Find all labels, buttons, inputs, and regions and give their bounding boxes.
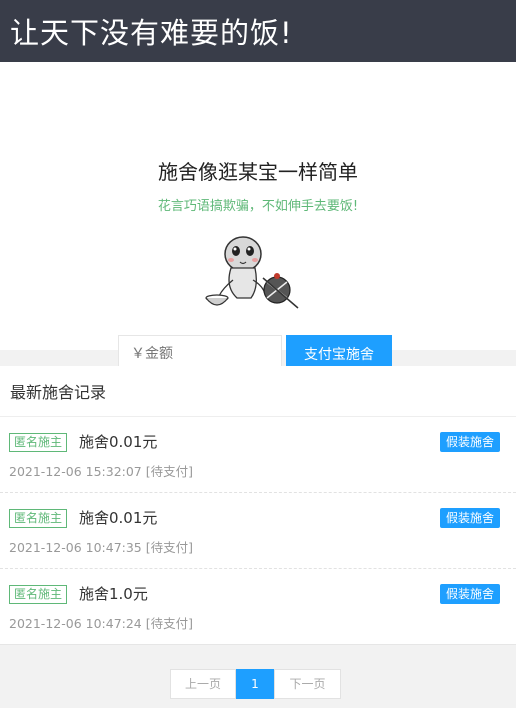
hero-title: 施舍像逛某宝一样简单 (158, 160, 358, 184)
fake-donate-button[interactable]: 假装施舍 (439, 584, 500, 604)
anonymous-donor-badge: 匿名施主 (9, 433, 68, 452)
record-amount: 施舍1.0元 (79, 585, 148, 603)
record-amount: 施舍0.01元 (79, 433, 158, 451)
records-panel: 最新施舍记录 匿名施主 施舍0.01元 2021-12-06 15:32:07 … (0, 366, 516, 645)
record-row: 匿名施主 施舍0.01元 2021-12-06 15:32:07 [待支付] 假… (0, 417, 516, 493)
record-meta: 2021-12-06 10:47:35 [待支付] (9, 537, 193, 556)
record-amount: 施舍0.01元 (79, 509, 158, 527)
record-status: [待支付] (145, 616, 194, 631)
record-row: 匿名施主 施舍0.01元 2021-12-06 10:47:35 [待支付] 假… (0, 493, 516, 569)
header-bar: 让天下没有难要的饭! (0, 0, 516, 62)
prev-page-button[interactable]: 上一页 (170, 669, 236, 699)
records-heading: 最新施舍记录 (0, 366, 516, 417)
beggar-mascot-icon (205, 236, 299, 309)
anonymous-donor-badge: 匿名施主 (9, 585, 68, 604)
fake-donate-button[interactable]: 假装施舍 (439, 508, 500, 528)
record-time: 2021-12-06 10:47:35 (9, 540, 142, 555)
hero-subtitle: 花言巧语搞欺骗，不如伸手去要饭! (157, 199, 359, 214)
anonymous-donor-badge: 匿名施主 (9, 509, 68, 528)
fake-donate-button[interactable]: 假装施舍 (439, 432, 500, 452)
record-meta: 2021-12-06 10:47:24 [待支付] (9, 613, 193, 632)
current-page-button[interactable]: 1 (236, 669, 274, 699)
site-title: 让天下没有难要的饭! (10, 16, 293, 50)
record-status: [待支付] (145, 464, 194, 479)
next-page-button[interactable]: 下一页 (274, 669, 341, 699)
record-row: 匿名施主 施舍1.0元 2021-12-06 10:47:24 [待支付] 假装… (0, 569, 516, 645)
donate-panel: 施舍像逛某宝一样简单 花言巧语搞欺骗，不如伸手去要饭! 支付宝施舍 (0, 62, 516, 373)
record-meta: 2021-12-06 15:32:07 [待支付] (9, 461, 193, 480)
record-time: 2021-12-06 10:47:24 (9, 616, 142, 631)
pagination: 上一页 1 下一页 (170, 669, 341, 699)
record-time: 2021-12-06 15:32:07 (9, 464, 142, 479)
record-status: [待支付] (145, 540, 194, 555)
